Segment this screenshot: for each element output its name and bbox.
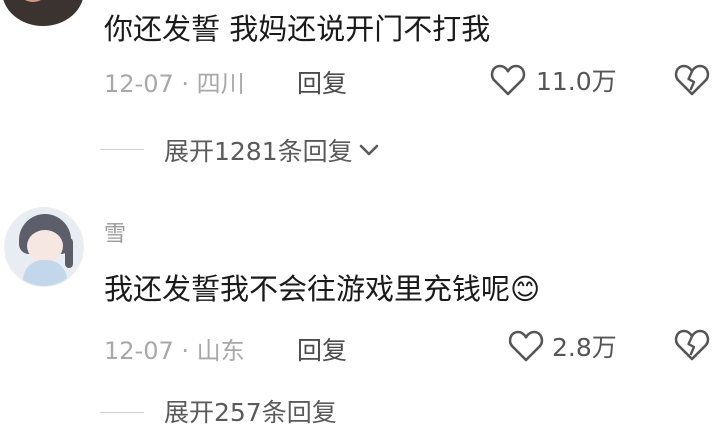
expand-replies-label: 展开257条回复 [164, 398, 337, 427]
smiling-emoji-icon: 😊 [510, 272, 541, 306]
expand-replies-button[interactable]: 展开257条回复 [164, 393, 337, 429]
meta-separator: · [181, 337, 190, 365]
comment-text: 我还发誓我不会往游戏里充钱呢😊 [104, 266, 540, 308]
dislike-button[interactable] [674, 328, 710, 366]
like-button[interactable]: 2.8万 [508, 328, 617, 364]
comment-meta: 12-07 · 山东 [104, 331, 245, 366]
comment-date: 12-07 [104, 70, 174, 98]
comment-date: 12-07 [104, 337, 174, 365]
meta-separator: · [181, 70, 190, 98]
avatar[interactable] [4, 207, 84, 287]
avatar[interactable] [2, 0, 84, 26]
dislike-button[interactable] [674, 63, 710, 101]
comment-location: 山东 [196, 337, 245, 365]
expand-divider [100, 149, 144, 150]
broken-heart-icon [674, 329, 710, 361]
heart-outline-icon [490, 64, 526, 96]
chevron-down-icon [359, 144, 378, 156]
expand-replies-button[interactable]: 展开1281条回复 [164, 132, 381, 168]
like-button[interactable]: 11.0万 [490, 62, 617, 98]
like-count: 2.8万 [552, 333, 617, 362]
broken-heart-icon [674, 64, 710, 96]
comment-location: 四川 [196, 70, 245, 98]
heart-outline-icon [508, 330, 544, 362]
like-count: 11.0万 [536, 67, 617, 96]
comment-body: 我还发誓我不会往游戏里充钱呢 [104, 272, 511, 306]
comment-text: 你还发誓 我妈还说开门不打我 [104, 12, 491, 46]
expand-replies-label: 展开1281条回复 [164, 137, 353, 166]
expand-divider [100, 412, 144, 413]
reply-button[interactable]: 回复 [297, 331, 347, 367]
reply-button[interactable]: 回复 [297, 64, 347, 100]
comment-meta: 12-07 · 四川 [104, 64, 245, 99]
username[interactable]: 雪 [104, 216, 126, 248]
